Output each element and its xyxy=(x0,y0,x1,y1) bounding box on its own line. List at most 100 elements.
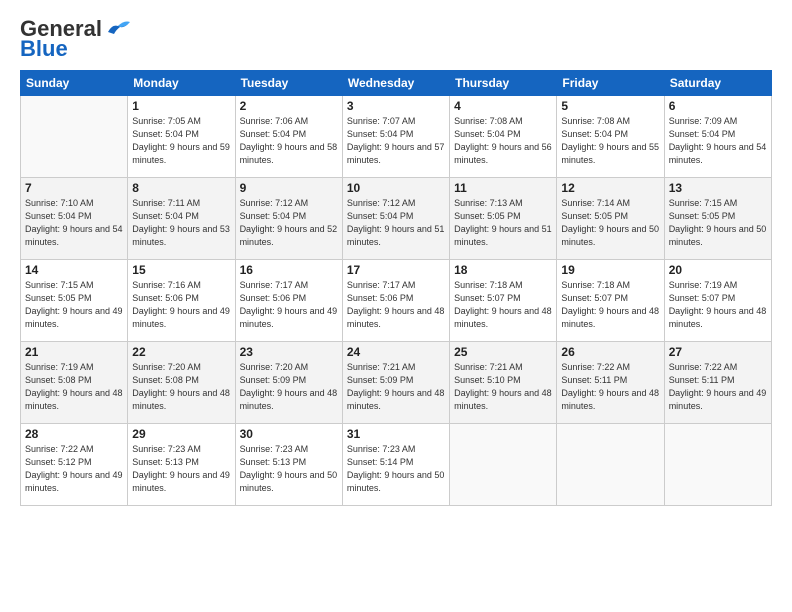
calendar-cell: 15 Sunrise: 7:16 AMSunset: 5:06 PMDayligh… xyxy=(128,260,235,342)
weekday-header-monday: Monday xyxy=(128,71,235,96)
day-number: 14 xyxy=(25,263,123,277)
day-info: Sunrise: 7:22 AMSunset: 5:12 PMDaylight:… xyxy=(25,443,123,495)
day-number: 20 xyxy=(669,263,767,277)
calendar-cell: 1 Sunrise: 7:05 AMSunset: 5:04 PMDaylight… xyxy=(128,96,235,178)
day-info: Sunrise: 7:19 AMSunset: 5:08 PMDaylight:… xyxy=(25,361,123,413)
calendar-cell: 19 Sunrise: 7:18 AMSunset: 5:07 PMDayligh… xyxy=(557,260,664,342)
calendar-cell xyxy=(557,424,664,506)
day-info: Sunrise: 7:17 AMSunset: 5:06 PMDaylight:… xyxy=(240,279,338,331)
weekday-header-saturday: Saturday xyxy=(664,71,771,96)
day-info: Sunrise: 7:20 AMSunset: 5:09 PMDaylight:… xyxy=(240,361,338,413)
day-number: 25 xyxy=(454,345,552,359)
header: General Blue xyxy=(20,18,772,60)
calendar-cell: 23 Sunrise: 7:20 AMSunset: 5:09 PMDayligh… xyxy=(235,342,342,424)
day-info: Sunrise: 7:08 AMSunset: 5:04 PMDaylight:… xyxy=(561,115,659,167)
calendar-cell: 7Sunrise: 7:10 AMSunset: 5:04 PMDaylight… xyxy=(21,178,128,260)
weekday-header-tuesday: Tuesday xyxy=(235,71,342,96)
calendar-cell: 9Sunrise: 7:12 AMSunset: 5:04 PMDaylight… xyxy=(235,178,342,260)
day-info: Sunrise: 7:19 AMSunset: 5:07 PMDaylight:… xyxy=(669,279,767,331)
day-info: Sunrise: 7:06 AMSunset: 5:04 PMDaylight:… xyxy=(240,115,338,167)
weekday-header-sunday: Sunday xyxy=(21,71,128,96)
calendar-table: SundayMondayTuesdayWednesdayThursdayFrid… xyxy=(20,70,772,506)
day-info: Sunrise: 7:23 AMSunset: 5:13 PMDaylight:… xyxy=(240,443,338,495)
weekday-header-wednesday: Wednesday xyxy=(342,71,449,96)
calendar-cell: 21 Sunrise: 7:19 AMSunset: 5:08 PMDayligh… xyxy=(21,342,128,424)
page: General Blue SundayMondayTuesdayWednesda… xyxy=(0,0,792,612)
calendar-cell: 10 Sunrise: 7:12 AMSunset: 5:04 PMDayligh… xyxy=(342,178,449,260)
day-number: 24 xyxy=(347,345,445,359)
calendar-cell: 5 Sunrise: 7:08 AMSunset: 5:04 PMDaylight… xyxy=(557,96,664,178)
day-info: Sunrise: 7:20 AMSunset: 5:08 PMDaylight:… xyxy=(132,361,230,413)
day-number: 22 xyxy=(132,345,230,359)
day-info: Sunrise: 7:21 AMSunset: 5:10 PMDaylight:… xyxy=(454,361,552,413)
day-info: Sunrise: 7:18 AMSunset: 5:07 PMDaylight:… xyxy=(454,279,552,331)
calendar-cell: 31 Sunrise: 7:23 AMSunset: 5:14 PMDayligh… xyxy=(342,424,449,506)
day-number: 12 xyxy=(561,181,659,195)
calendar-cell xyxy=(450,424,557,506)
day-info: Sunrise: 7:15 AMSunset: 5:05 PMDaylight:… xyxy=(669,197,767,249)
day-number: 11 xyxy=(454,181,552,195)
week-row-3: 14 Sunrise: 7:15 AMSunset: 5:05 PMDayligh… xyxy=(21,260,772,342)
day-info: Sunrise: 7:09 AMSunset: 5:04 PMDaylight:… xyxy=(669,115,767,167)
calendar-cell: 13 Sunrise: 7:15 AMSunset: 5:05 PMDayligh… xyxy=(664,178,771,260)
day-number: 10 xyxy=(347,181,445,195)
calendar-cell: 24 Sunrise: 7:21 AMSunset: 5:09 PMDayligh… xyxy=(342,342,449,424)
day-info: Sunrise: 7:18 AMSunset: 5:07 PMDaylight:… xyxy=(561,279,659,331)
calendar-cell: 28 Sunrise: 7:22 AMSunset: 5:12 PMDayligh… xyxy=(21,424,128,506)
day-number: 28 xyxy=(25,427,123,441)
day-info: Sunrise: 7:21 AMSunset: 5:09 PMDaylight:… xyxy=(347,361,445,413)
day-number: 13 xyxy=(669,181,767,195)
day-number: 26 xyxy=(561,345,659,359)
calendar-cell: 3Sunrise: 7:07 AMSunset: 5:04 PMDaylight… xyxy=(342,96,449,178)
calendar-cell: 12Sunrise: 7:14 AMSunset: 5:05 PMDayligh… xyxy=(557,178,664,260)
day-number: 29 xyxy=(132,427,230,441)
calendar-cell: 16 Sunrise: 7:17 AMSunset: 5:06 PMDayligh… xyxy=(235,260,342,342)
day-number: 9 xyxy=(240,181,338,195)
day-number: 17 xyxy=(347,263,445,277)
calendar-cell: 17 Sunrise: 7:17 AMSunset: 5:06 PMDayligh… xyxy=(342,260,449,342)
day-number: 5 xyxy=(561,99,659,113)
weekday-header-thursday: Thursday xyxy=(450,71,557,96)
day-info: Sunrise: 7:23 AMSunset: 5:14 PMDaylight:… xyxy=(347,443,445,495)
day-number: 6 xyxy=(669,99,767,113)
weekday-header-friday: Friday xyxy=(557,71,664,96)
day-info: Sunrise: 7:07 AMSunset: 5:04 PMDaylight:… xyxy=(347,115,445,167)
day-number: 16 xyxy=(240,263,338,277)
calendar-cell: 22 Sunrise: 7:20 AMSunset: 5:08 PMDayligh… xyxy=(128,342,235,424)
calendar-cell: 20 Sunrise: 7:19 AMSunset: 5:07 PMDayligh… xyxy=(664,260,771,342)
day-info: Sunrise: 7:17 AMSunset: 5:06 PMDaylight:… xyxy=(347,279,445,331)
day-number: 31 xyxy=(347,427,445,441)
day-info: Sunrise: 7:16 AMSunset: 5:06 PMDaylight:… xyxy=(132,279,230,331)
day-info: Sunrise: 7:11 AMSunset: 5:04 PMDaylight:… xyxy=(132,197,230,249)
day-info: Sunrise: 7:23 AMSunset: 5:13 PMDaylight:… xyxy=(132,443,230,495)
day-number: 15 xyxy=(132,263,230,277)
day-number: 21 xyxy=(25,345,123,359)
calendar-cell: 25 Sunrise: 7:21 AMSunset: 5:10 PMDayligh… xyxy=(450,342,557,424)
day-number: 23 xyxy=(240,345,338,359)
day-number: 1 xyxy=(132,99,230,113)
day-info: Sunrise: 7:10 AMSunset: 5:04 PMDaylight:… xyxy=(25,197,123,249)
day-number: 18 xyxy=(454,263,552,277)
calendar-cell: 11Sunrise: 7:13 AMSunset: 5:05 PMDayligh… xyxy=(450,178,557,260)
calendar-cell: 29 Sunrise: 7:23 AMSunset: 5:13 PMDayligh… xyxy=(128,424,235,506)
day-number: 4 xyxy=(454,99,552,113)
week-row-1: 1 Sunrise: 7:05 AMSunset: 5:04 PMDaylight… xyxy=(21,96,772,178)
calendar-cell: 6 Sunrise: 7:09 AMSunset: 5:04 PMDaylight… xyxy=(664,96,771,178)
calendar-cell xyxy=(664,424,771,506)
logo-blue: Blue xyxy=(20,38,68,60)
logo: General Blue xyxy=(20,18,132,60)
week-row-4: 21 Sunrise: 7:19 AMSunset: 5:08 PMDayligh… xyxy=(21,342,772,424)
day-info: Sunrise: 7:15 AMSunset: 5:05 PMDaylight:… xyxy=(25,279,123,331)
day-info: Sunrise: 7:05 AMSunset: 5:04 PMDaylight:… xyxy=(132,115,230,167)
day-info: Sunrise: 7:22 AMSunset: 5:11 PMDaylight:… xyxy=(669,361,767,413)
day-info: Sunrise: 7:12 AMSunset: 5:04 PMDaylight:… xyxy=(347,197,445,249)
week-row-5: 28 Sunrise: 7:22 AMSunset: 5:12 PMDayligh… xyxy=(21,424,772,506)
day-info: Sunrise: 7:08 AMSunset: 5:04 PMDaylight:… xyxy=(454,115,552,167)
day-number: 27 xyxy=(669,345,767,359)
week-row-2: 7Sunrise: 7:10 AMSunset: 5:04 PMDaylight… xyxy=(21,178,772,260)
calendar-cell: 8Sunrise: 7:11 AMSunset: 5:04 PMDaylight… xyxy=(128,178,235,260)
day-number: 19 xyxy=(561,263,659,277)
weekday-header-row: SundayMondayTuesdayWednesdayThursdayFrid… xyxy=(21,71,772,96)
calendar-cell: 30Sunrise: 7:23 AMSunset: 5:13 PMDayligh… xyxy=(235,424,342,506)
logo-bird-icon xyxy=(104,18,132,40)
